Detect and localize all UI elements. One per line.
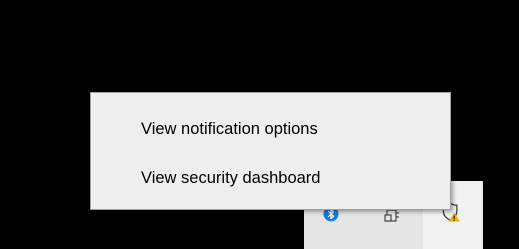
view-notification-options-item[interactable]: View notification options	[91, 109, 450, 149]
menu-item-label: View notification options	[141, 119, 318, 138]
security-context-menu: View notification options View security …	[90, 92, 451, 210]
menu-item-label: View security dashboard	[141, 168, 321, 187]
view-security-dashboard-item[interactable]: View security dashboard	[91, 158, 450, 198]
desktop-screen: View notification options View security …	[0, 0, 519, 249]
